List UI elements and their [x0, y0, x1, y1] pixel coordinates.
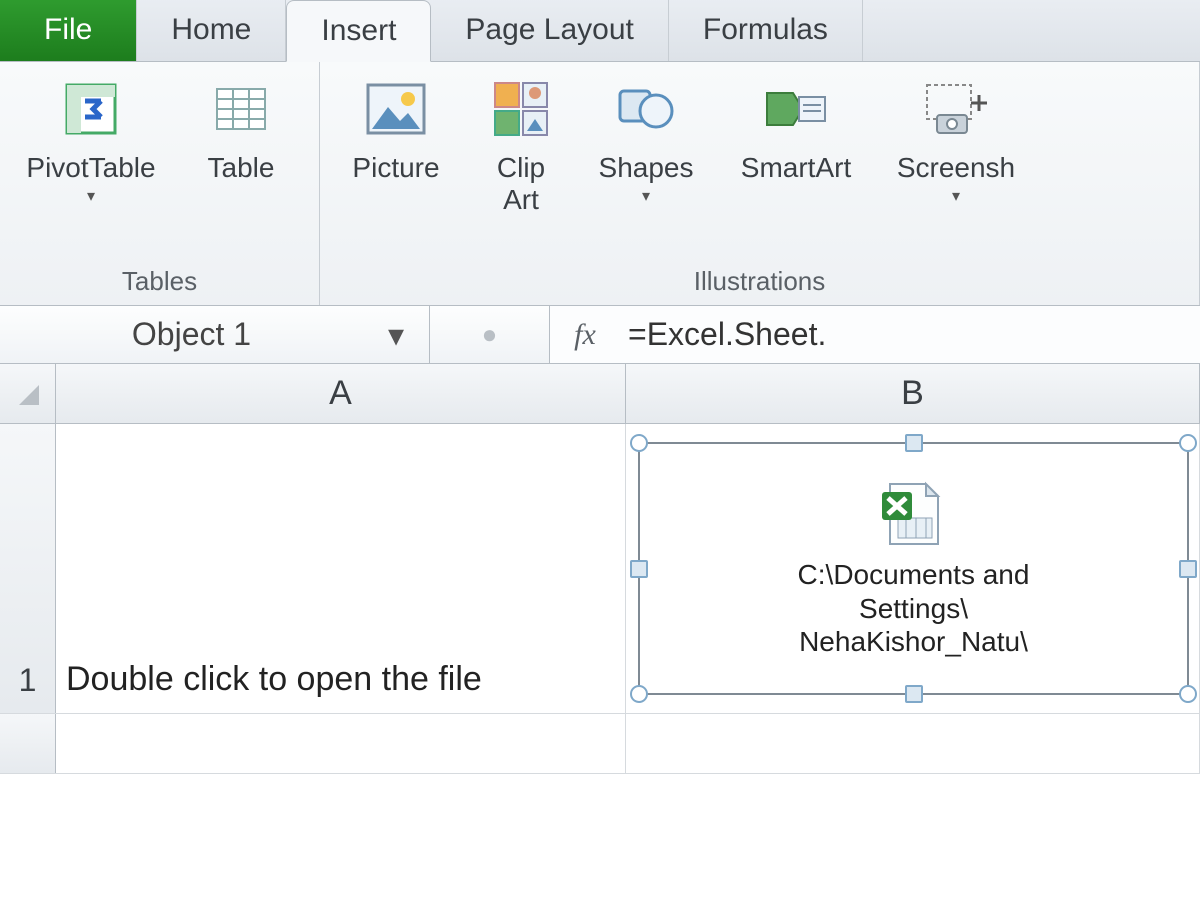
ribbon-tabstrip: File Home Insert Page Layout Formulas: [0, 0, 1200, 62]
embedded-excel-object[interactable]: C:\Documents and Settings\ NehaKishor_Na…: [638, 442, 1189, 695]
shapes-icon: [611, 74, 681, 144]
spreadsheet-grid: A B 1 Double click to open the file: [0, 364, 1200, 774]
picture-button[interactable]: Picture: [326, 68, 466, 262]
formula-bar-buttons: ●: [430, 306, 550, 363]
pivot-table-button[interactable]: PivotTable ▾: [6, 68, 176, 262]
resize-handle[interactable]: [1179, 434, 1197, 452]
resize-handle[interactable]: [1179, 685, 1197, 703]
screenshot-label: Screensh: [897, 152, 1015, 184]
clip-art-label: Clip Art: [497, 152, 545, 216]
smartart-icon: [761, 74, 831, 144]
dropdown-caret-icon: ▾: [952, 186, 960, 206]
row-header-1[interactable]: 1: [0, 424, 56, 713]
row-1: 1 Double click to open the file C:\Docum: [0, 424, 1200, 714]
table-icon: [206, 74, 276, 144]
tab-insert[interactable]: Insert: [286, 0, 431, 62]
row-header-2[interactable]: [0, 714, 56, 773]
group-label-tables: Tables: [6, 262, 313, 303]
group-label-illustrations: Illustrations: [326, 262, 1193, 303]
ribbon: PivotTable ▾ Table Tables: [0, 62, 1200, 306]
pivot-table-icon: [56, 74, 126, 144]
resize-handle[interactable]: [905, 685, 923, 703]
embedded-object-caption: C:\Documents and Settings\ NehaKishor_Na…: [792, 554, 1036, 659]
screenshot-button[interactable]: Screensh ▾: [876, 68, 1036, 262]
clip-art-button[interactable]: Clip Art: [466, 68, 576, 262]
resize-handle[interactable]: [905, 434, 923, 452]
table-button[interactable]: Table: [176, 68, 306, 262]
column-header-b[interactable]: B: [626, 364, 1200, 423]
cell-b1[interactable]: C:\Documents and Settings\ NehaKishor_Na…: [626, 424, 1200, 713]
tab-file[interactable]: File: [0, 0, 137, 61]
pivot-table-label: PivotTable: [26, 152, 155, 184]
tab-home[interactable]: Home: [137, 0, 286, 61]
shapes-button[interactable]: Shapes ▾: [576, 68, 716, 262]
smartart-button[interactable]: SmartArt: [716, 68, 876, 262]
tab-formulas[interactable]: Formulas: [669, 0, 863, 61]
row-2: [0, 714, 1200, 774]
table-label: Table: [208, 152, 275, 184]
column-header-a[interactable]: A: [56, 364, 626, 423]
cell-b2[interactable]: [626, 714, 1200, 773]
picture-label: Picture: [352, 152, 439, 184]
dropdown-caret-icon: ▾: [642, 186, 650, 206]
smartart-label: SmartArt: [741, 152, 851, 184]
fx-label[interactable]: fx: [550, 318, 620, 352]
name-box[interactable]: Object 1 ▾: [0, 306, 430, 363]
formula-input[interactable]: =Excel.Sheet.: [620, 316, 1200, 353]
tab-page-layout[interactable]: Page Layout: [431, 0, 668, 61]
formula-bar: Object 1 ▾ ● fx =Excel.Sheet.: [0, 306, 1200, 364]
resize-handle[interactable]: [1179, 560, 1197, 578]
screenshot-icon: [921, 74, 991, 144]
dropdown-caret-icon: ▾: [87, 186, 95, 206]
name-box-dropdown-icon[interactable]: ▾: [383, 322, 409, 348]
cell-a1-text: Double click to open the file: [66, 660, 482, 699]
cell-a1[interactable]: Double click to open the file: [56, 424, 626, 713]
ribbon-group-illustrations: Picture Clip Art: [320, 62, 1200, 305]
resize-handle[interactable]: [630, 434, 648, 452]
select-all-corner[interactable]: [0, 364, 56, 423]
shapes-label: Shapes: [599, 152, 694, 184]
excel-file-icon: [876, 478, 952, 554]
column-headers: A B: [0, 364, 1200, 424]
cell-a2[interactable]: [56, 714, 626, 773]
picture-icon: [361, 74, 431, 144]
ribbon-group-tables: PivotTable ▾ Table Tables: [0, 62, 320, 305]
resize-handle[interactable]: [630, 560, 648, 578]
resize-handle[interactable]: [630, 685, 648, 703]
name-box-text: Object 1: [0, 316, 383, 353]
clip-art-icon: [486, 74, 556, 144]
